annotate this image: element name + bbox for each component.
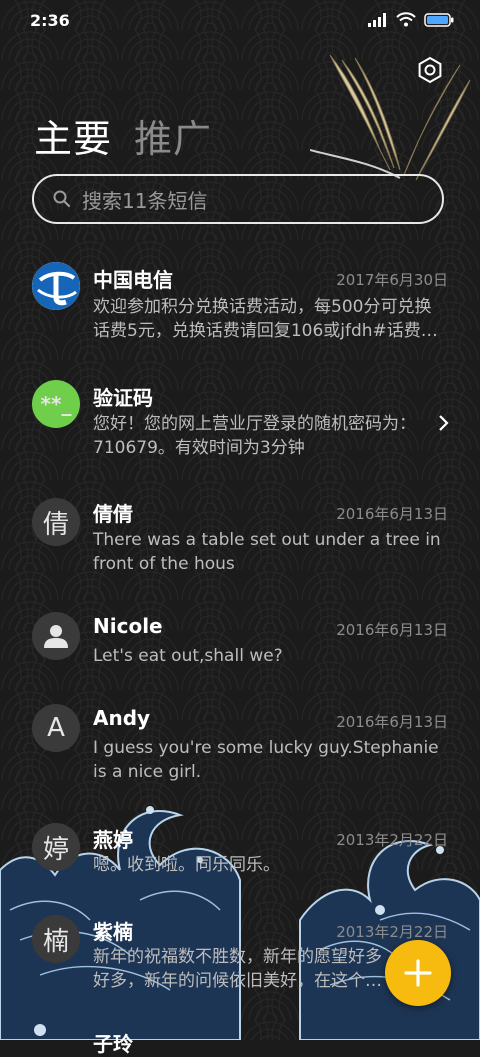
crane-decoration — [310, 54, 471, 181]
tab-main[interactable]: 主要 — [34, 108, 112, 163]
sender-name: 倩倩 — [93, 502, 133, 526]
message-preview: I guess you're some lucky guy.Stephanie … — [93, 738, 439, 782]
tab-promo[interactable]: 推广 — [134, 108, 212, 163]
message-preview: 嗯。收到啦。同乐同乐。 — [93, 855, 280, 875]
avatar — [32, 612, 80, 660]
sender-name: 燕婷 — [93, 828, 133, 852]
message-item-china-telecom[interactable]: 中国电信 2017年6月30日 欢迎参加积分兑换话费活动，每500分可兑换话费5… — [0, 252, 480, 362]
message-item-yanting[interactable]: 婷 燕婷 2013年2月22日 嗯。收到啦。同乐同乐。 — [0, 818, 480, 908]
avatar-text: 婷 — [42, 834, 69, 865]
message-item-nicole[interactable]: Nicole 2016年6月13日 Let's eat out,shall we… — [0, 606, 480, 696]
person-icon — [44, 625, 68, 648]
avatar: A — [32, 704, 80, 752]
message-item-qianqian[interactable]: 倩 倩倩 2016年6月13日 There was a table set ou… — [0, 488, 480, 598]
message-preview: 欢迎参加积分兑换话费活动，每500分可兑换话费5元，兑换话费请回复106或jfd… — [93, 297, 438, 341]
new-message-button[interactable] — [385, 940, 451, 1006]
avatar-text: **_ — [40, 392, 72, 416]
message-item-ziling[interactable]: 子玲 — [0, 1024, 480, 1056]
avatar-text: A — [47, 713, 65, 743]
search-input[interactable]: 搜索11条短信 — [32, 174, 444, 224]
message-preview: 您好！您的网上营业厅登录的随机密码为：710679。有效时间为3分钟 — [93, 414, 416, 458]
message-date: 2016年6月13日 — [336, 505, 448, 523]
status-bar: 2:36 — [0, 0, 480, 44]
status-icons — [368, 12, 454, 27]
sender-name: Andy — [93, 706, 151, 730]
avatar — [32, 262, 80, 310]
message-preview: 新年的祝福数不胜数，新年的愿望好多好多，新年的问候依旧美好，在这个温馨的时刻 — [93, 947, 382, 991]
sender-name: 子玲 — [93, 1032, 133, 1056]
message-date: 2016年6月13日 — [336, 621, 448, 639]
signal-icon — [368, 12, 386, 27]
message-item-verification[interactable]: **_ 验证码 您好！您的网上营业厅登录的随机密码为：710679。有效时间为3… — [0, 370, 480, 480]
message-date: 2013年2月22日 — [336, 923, 448, 941]
search-placeholder: 搜索11条短信 — [82, 188, 208, 213]
settings-hexagon-icon[interactable] — [416, 56, 444, 84]
message-date: 2016年6月13日 — [336, 713, 448, 731]
message-item-andy[interactable]: A Andy 2016年6月13日 I guess you're some lu… — [0, 700, 480, 810]
sender-name: 中国电信 — [93, 268, 173, 292]
avatar: **_ — [32, 380, 80, 428]
sender-name: 验证码 — [93, 386, 153, 410]
status-time: 2:36 — [30, 11, 70, 30]
tab-bar: 主要 推广 — [34, 108, 212, 163]
wifi-icon — [396, 12, 416, 27]
avatar: 楠 — [32, 915, 80, 963]
chevron-right-icon[interactable] — [436, 414, 450, 432]
avatar-text: 楠 — [42, 926, 69, 957]
message-date: 2017年6月30日 — [336, 271, 448, 289]
search-icon — [53, 190, 71, 208]
sender-name: 紫楠 — [93, 920, 133, 944]
avatar: 倩 — [32, 498, 80, 546]
avatar: 婷 — [32, 823, 80, 871]
message-preview: Let's eat out,shall we? — [93, 646, 283, 666]
message-date: 2013年2月22日 — [336, 831, 448, 849]
message-preview: There was a table set out under a tree i… — [93, 530, 441, 574]
avatar-text: 倩 — [42, 509, 69, 540]
plus-icon — [404, 959, 432, 987]
sender-name: Nicole — [93, 614, 163, 638]
china-telecom-logo-icon — [32, 262, 80, 310]
battery-icon — [424, 12, 454, 27]
